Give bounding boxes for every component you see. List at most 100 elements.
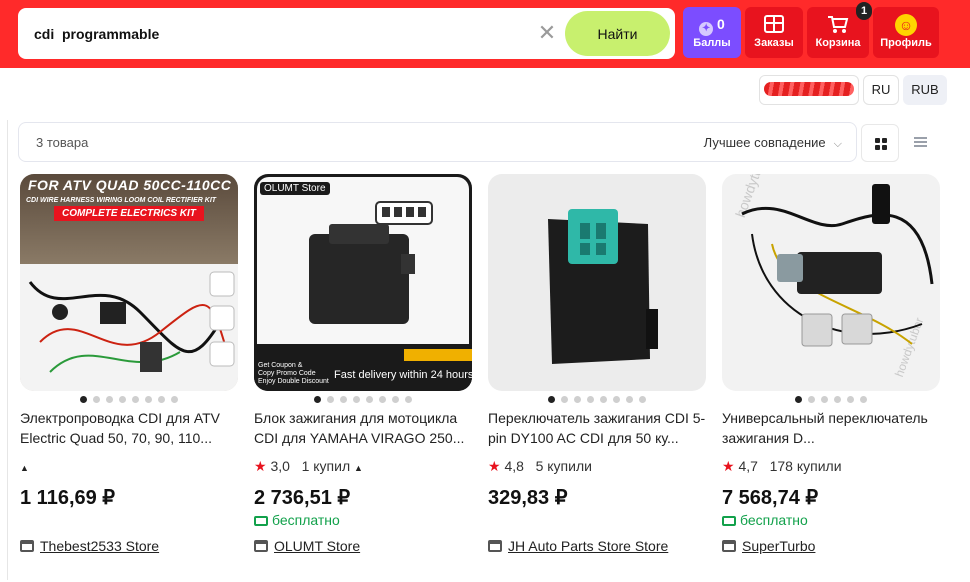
store-link[interactable]: Thebest2533 Store [20, 538, 159, 554]
rating-value: 4,8 [504, 458, 524, 474]
product-image-3[interactable] [488, 174, 706, 391]
star-icon: ★ [254, 458, 267, 474]
image-fast-delivery-text: Fast delivery within 24 hours [334, 369, 472, 381]
orders-label: Заказы [754, 37, 794, 49]
bought-count: 1 купил [301, 458, 351, 474]
currency-selector[interactable]: RUB [903, 75, 947, 105]
orders-button[interactable]: Заказы [745, 7, 803, 58]
redacted-scribble [764, 82, 854, 96]
product-price: 1 116,69 ₽ [20, 487, 116, 509]
points-count: 0 [717, 16, 725, 32]
shop-icon [20, 540, 34, 552]
list-icon [914, 137, 927, 148]
points-label: Баллы [693, 37, 731, 49]
store-name: Thebest2533 Store [40, 538, 160, 554]
product-price: 329,83 ₽ [488, 487, 568, 509]
image-carousel-dots [722, 396, 940, 404]
image-carousel-dots [488, 396, 706, 404]
cdi-unit-illustration [309, 224, 415, 324]
product-card-2[interactable]: OLUMT Store Get Coupon & Copy Promo Code… [254, 174, 472, 564]
product-card-1[interactable]: FOR ATV QUAD 50CC-110CC CDI WIRE HARNESS… [20, 174, 238, 564]
product-image-1[interactable]: FOR ATV QUAD 50CC-110CC CDI WIRE HARNESS… [20, 174, 238, 391]
rating-value: 4,7 [738, 458, 758, 474]
sort-dropdown[interactable]: Лучшее совпадение ⌵ [704, 135, 842, 151]
grid-icon [875, 138, 887, 150]
product-title[interactable]: Переключатель зажигания CDI 5-pin DY100 … [488, 408, 706, 448]
image-brand-text: OLUMT Store [260, 182, 330, 195]
cart-badge: 1 [856, 2, 872, 20]
product-card-4[interactable]: howdytubor howdytubor Универсальный пере… [722, 174, 940, 564]
truck-icon [722, 516, 736, 526]
search-input[interactable] [34, 8, 524, 59]
product-rating: ★ 4,7 178 купили [722, 458, 842, 475]
profile-button[interactable]: ☺ Профиль [873, 7, 939, 58]
bought-count: 5 купили [535, 458, 592, 474]
image-coupon-line-3: Enjoy Double Discount [258, 378, 329, 385]
rating-value: 3,0 [270, 458, 290, 474]
wiring-harness-illustration [28, 271, 235, 373]
image-coupon-text: Get Coupon & Copy Promo Code Enjoy Doubl… [258, 362, 329, 386]
product-price: 2 736,51 ₽ [254, 487, 351, 509]
delivery-label: бесплатно [740, 512, 808, 528]
delivery-label: бесплатно [272, 512, 340, 528]
product-title[interactable]: Блок зажигания для мотоцикла CDI для YAM… [254, 408, 472, 448]
wiring-cdi-illustration [741, 184, 934, 347]
image-coupon-line-1: Get Coupon & [258, 362, 303, 369]
list-view-button[interactable] [901, 124, 939, 162]
points-count-row: ✦ 0 [683, 14, 741, 36]
shop-icon [254, 540, 268, 552]
product-rating: ★ 3,0 1 купил ▲ [254, 458, 363, 475]
store-link[interactable]: OLUMT Store [254, 538, 360, 554]
image-tag-text: COMPLETE ELECTRICS KIT [54, 206, 204, 221]
product-title[interactable]: Универсальный переключатель зажигания D.… [722, 408, 940, 448]
free-delivery-badge: бесплатно [254, 512, 340, 528]
cart-label: Корзина [815, 37, 861, 49]
box-icon [763, 14, 785, 34]
connector-illustration [375, 201, 433, 225]
grid-view-button[interactable] [861, 124, 899, 162]
expand-triangle-icon: ▲ [20, 463, 29, 473]
results-count: 3 товара [36, 135, 89, 150]
store-link[interactable]: JH Auto Parts Store Store [488, 538, 668, 554]
store-name: JH Auto Parts Store Store [508, 538, 669, 554]
smiley-icon: ☺ [895, 14, 917, 36]
filters-edge [0, 120, 8, 580]
shop-icon [488, 540, 502, 552]
delivery-location-chip[interactable] [759, 75, 859, 105]
cart-icon [827, 14, 849, 34]
bought-count: 178 купили [769, 458, 842, 474]
chevron-down-icon: ⌵ [833, 138, 842, 150]
product-rating: ★ 4,8 5 купили [488, 458, 592, 475]
language-selector[interactable]: RU [863, 75, 899, 105]
coin-icon: ✦ [699, 22, 714, 36]
results-toolbar: 3 товара Лучшее совпадение ⌵ [18, 122, 857, 162]
cdi-box-illustration [548, 209, 658, 364]
product-image-4[interactable]: howdytubor howdytubor [722, 174, 940, 391]
store-link[interactable]: SuperTurbo [722, 538, 815, 554]
clear-search-icon[interactable]: ✕ [536, 22, 558, 44]
product-card-3[interactable]: Переключатель зажигания CDI 5-pin DY100 … [488, 174, 706, 564]
image-sub-text: CDI WIRE HARNESS WIRING LOOM COIL RECTIF… [26, 197, 217, 204]
find-button[interactable]: Найти [565, 11, 670, 56]
shop-icon [722, 540, 736, 552]
store-name: SuperTurbo [742, 538, 816, 554]
product-image-2[interactable]: OLUMT Store Get Coupon & Copy Promo Code… [254, 174, 472, 391]
product-rating: ▲ [20, 458, 29, 474]
product-title[interactable]: Электропроводка CDI для ATV Electric Qua… [20, 408, 238, 448]
header-bar: ✕ Найти ✦ 0 Баллы Заказы Корзина 1 ☺ Про… [0, 0, 970, 68]
truck-icon [254, 516, 268, 526]
image-banner-text: FOR ATV QUAD 50CC-110CC [28, 177, 232, 193]
store-name: OLUMT Store [274, 538, 361, 554]
image-carousel-dots [254, 396, 472, 404]
sort-label: Лучшее совпадение [703, 135, 826, 150]
search-box: ✕ Найти [18, 8, 675, 59]
expand-triangle-icon: ▲ [354, 463, 363, 473]
image-carousel-dots [20, 396, 238, 404]
profile-label: Профиль [880, 37, 932, 49]
points-button[interactable]: ✦ 0 Баллы [683, 7, 741, 58]
free-delivery-badge: бесплатно [722, 512, 808, 528]
image-coupon-line-2: Copy Promo Code [258, 370, 316, 377]
star-icon: ★ [722, 458, 735, 474]
product-price: 7 568,74 ₽ [722, 487, 819, 509]
star-icon: ★ [488, 458, 501, 474]
